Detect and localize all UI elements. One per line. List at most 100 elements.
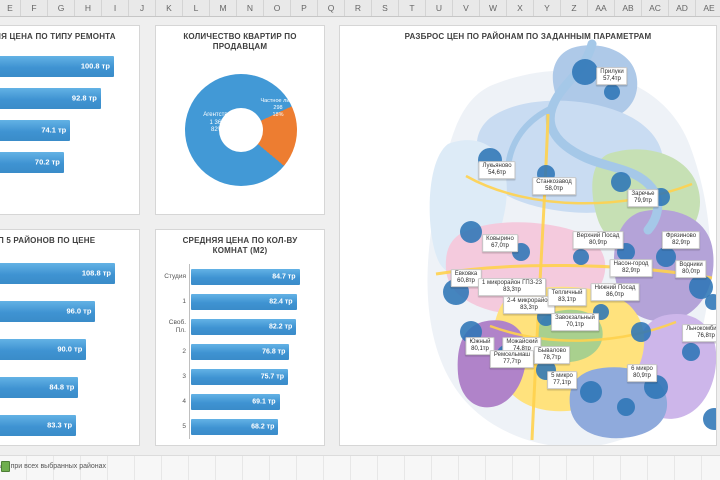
map-district-label: Станкозавод 58,0тр <box>532 177 576 195</box>
bar-value-label: 100.8 тр <box>80 61 110 71</box>
bar-row: Студия 84.7 тр <box>162 264 314 289</box>
chart-top5-districts[interactable]: ТОП 5 РАЙОНОВ ПО ЦЕНЕ 108.8 тр 96.0 тр 90.… <box>0 229 140 446</box>
map-overlay-layer: Прилуки 57,4тр Лукьяново 54,6тр Станкозавод 5… <box>340 26 716 445</box>
map-district-label: Ремсельмаш 77,7тр <box>489 350 535 368</box>
sheet-area[interactable]: СРЕДНЯЯ ЦЕНА ПО ТИПУ РЕМОНТА 100.8 тр 92.… <box>0 17 720 480</box>
column-header-Y[interactable]: Y <box>534 0 561 16</box>
column-header-G[interactable]: G <box>48 0 75 16</box>
bar: 90.0 тр <box>0 338 87 360</box>
bar-row: 70.2 тр <box>0 146 129 178</box>
column-header-I[interactable]: I <box>102 0 129 16</box>
bar-row: 4 69.1 тр <box>162 389 314 414</box>
bar: 82.2 тр <box>191 318 297 335</box>
bar-row: 3 75.7 тр <box>162 364 314 389</box>
bar-value-label: 68.2 тр <box>251 423 275 430</box>
bar: 76.8 тр <box>191 343 290 360</box>
bar: 68.2 тр <box>191 418 279 435</box>
map-district-label: 5 микро 77,1тр <box>547 371 577 389</box>
map-bubble <box>631 322 651 342</box>
column-header-P[interactable]: P <box>291 0 318 16</box>
map-district-label: 6 микро 80,9тр <box>627 364 657 382</box>
bar-row: 2 76.8 тр <box>162 339 314 364</box>
bar-value-label: 92.8 тр <box>71 93 97 103</box>
map-district-label: Насон-город 82,9тр <box>609 259 653 277</box>
map-bubble <box>617 398 635 416</box>
map-district-label: Евковка 60,8тр <box>450 269 482 287</box>
bar: 100.8 тр <box>0 55 114 77</box>
column-header-V[interactable]: V <box>453 0 480 16</box>
chart-sellers-donut[interactable]: КОЛИЧЕСТВО КВАРТИР ПО ПРОДАВЦАМ Агентств… <box>155 25 325 215</box>
column-header-O[interactable]: O <box>264 0 291 16</box>
category-label: Студия <box>164 272 186 280</box>
map-bubble <box>682 343 700 361</box>
column-header-J[interactable]: J <box>129 0 156 16</box>
chart-price-map[interactable]: РАЗБРОС ЦЕН ПО РАЙОНАМ ПО ЗАДАННЫМ ПАРАМ… <box>339 25 717 446</box>
category-label: 4 <box>182 397 186 405</box>
bar-row: 74.1 тр <box>0 114 129 146</box>
bar: 108.8 тр <box>0 262 115 284</box>
map-bubble <box>573 249 589 265</box>
category-label: 1 <box>182 297 186 305</box>
column-header-AC[interactable]: AC <box>642 0 669 16</box>
chart-title: СРЕДНЯЯ ЦЕНА ПО КОЛ-ВУ КОМНАТ (М2) <box>182 236 298 255</box>
bar-row: 100.8 тр <box>0 50 129 82</box>
column-header-U[interactable]: U <box>426 0 453 16</box>
chart-repair-price[interactable]: СРЕДНЯЯ ЦЕНА ПО ТИПУ РЕМОНТА 100.8 тр 92.… <box>0 25 140 215</box>
bar-value-label: 82.2 тр <box>269 323 293 330</box>
map-district-label: Прилуки 57,4тр <box>596 67 628 85</box>
column-header-AA[interactable]: AA <box>588 0 615 16</box>
column-header-AD[interactable]: AD <box>669 0 696 16</box>
column-header-F[interactable]: F <box>21 0 48 16</box>
bar-row: 96.0 тр <box>0 292 129 330</box>
column-header-N[interactable]: N <box>237 0 264 16</box>
column-header-W[interactable]: W <box>480 0 507 16</box>
bar: 83.3 тр <box>0 414 77 436</box>
column-headers: E F G H I J K L M N O P Q R S T U V W X Y Z AA AB AC AD AE <box>0 0 720 17</box>
bar: 84.8 тр <box>0 376 79 398</box>
chart-price-by-rooms[interactable]: СРЕДНЯЯ ЦЕНА ПО КОЛ-ВУ КОМНАТ (М2) Студи… <box>155 229 325 446</box>
category-label: 2 <box>182 347 186 355</box>
map-district-label: 1 микрорайон ГПЗ-23 83,3тр <box>478 278 546 296</box>
map-district-label: Фрязиново 82,9тр <box>661 231 701 249</box>
column-header-AE[interactable]: AE <box>696 0 720 16</box>
bar-value-label: 108.8 тр <box>81 268 111 278</box>
category-label: Своб. Пл. <box>168 319 186 334</box>
column-header-R[interactable]: R <box>345 0 372 16</box>
column-header-X[interactable]: X <box>507 0 534 16</box>
map-district-label: Бывалово 78,7тр <box>533 346 571 364</box>
category-label: 3 <box>182 372 186 380</box>
bar-value-label: 96.0 тр <box>66 306 92 316</box>
bar: 74.1 тр <box>0 119 71 141</box>
bar-value-label: 90.0 тр <box>57 344 83 354</box>
bar-row: Своб. Пл. 82.2 тр <box>162 314 314 339</box>
column-header-Q[interactable]: Q <box>318 0 345 16</box>
chart-title: КОЛИЧЕСТВО КВАРТИР ПО ПРОДАВЦАМ <box>183 32 297 51</box>
bar-plot: 100.8 тр 92.8 тр 74.1 тр 70.2 тр <box>0 42 139 178</box>
column-header-E[interactable]: E <box>0 0 21 16</box>
column-header-L[interactable]: L <box>183 0 210 16</box>
bar: 70.2 тр <box>0 151 64 173</box>
bar-value-label: 76.8 тр <box>262 348 286 355</box>
column-header-Z[interactable]: Z <box>561 0 588 16</box>
bar-value-label: 74.1 тр <box>41 125 67 135</box>
column-header-H[interactable]: H <box>75 0 102 16</box>
bar-row: 84.8 тр <box>0 368 129 406</box>
bar: 69.1 тр <box>191 393 280 410</box>
map-district-label: Водники 80,0тр <box>675 260 707 278</box>
bar-value-label: 75.7 тр <box>260 373 284 380</box>
bar-value-label: 83.3 тр <box>47 420 73 430</box>
column-header-S[interactable]: S <box>372 0 399 16</box>
bar-row: 1 82.4 тр <box>162 289 314 314</box>
bar-value-label: 70.2 тр <box>34 157 60 167</box>
column-header-T[interactable]: T <box>399 0 426 16</box>
donut-chart: Агентство 1 367 82% Частное лицо 298 18% <box>185 74 297 186</box>
donut-hole <box>219 108 263 152</box>
map-district-label: Завокзальный 70,1тр <box>551 313 599 331</box>
column-header-AB[interactable]: AB <box>615 0 642 16</box>
bar: 92.8 тр <box>0 87 101 109</box>
map-district-label: Лукьяново 54,6тр <box>478 161 516 179</box>
bar-row: 5 68.2 тр <box>162 414 314 439</box>
column-header-K[interactable]: K <box>156 0 183 16</box>
bar-plot: Студия 84.7 тр 1 82.4 тр Своб. Пл. 82.2 тр 2 76… <box>156 256 324 439</box>
column-header-M[interactable]: M <box>210 0 237 16</box>
